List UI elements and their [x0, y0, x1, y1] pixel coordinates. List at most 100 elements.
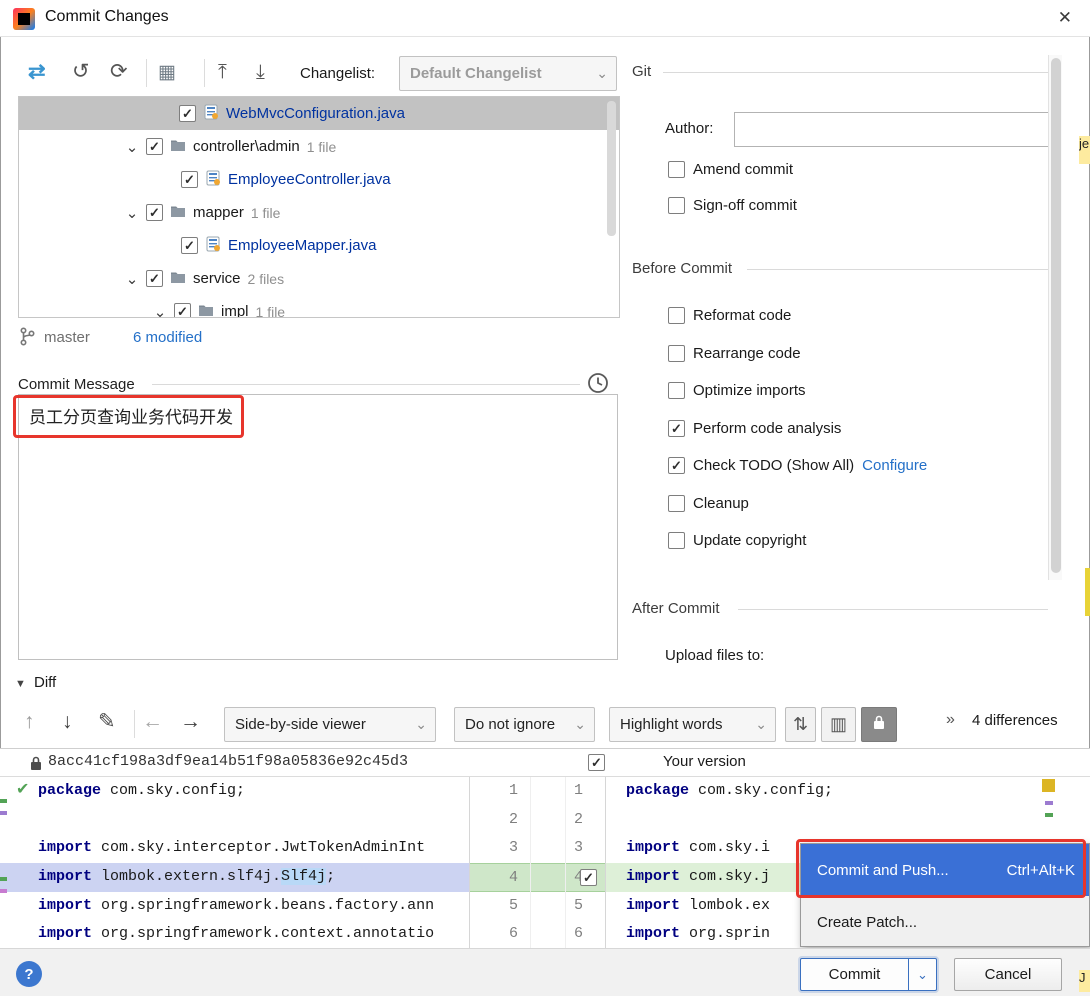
options-scrollbar[interactable]	[1048, 55, 1062, 580]
include-change-checkbox[interactable]: ✓	[580, 869, 597, 886]
signoff-commit-option[interactable]: Sign-off commit	[668, 197, 797, 214]
code-line: import org.springframework.context.annot…	[0, 920, 469, 948]
upload-files-label: Upload files to:	[665, 647, 765, 664]
checkbox[interactable]	[668, 532, 685, 549]
checkbox[interactable]: ✓	[174, 303, 191, 317]
checkbox[interactable]: ✓	[146, 270, 163, 287]
line-number: 2	[508, 810, 518, 828]
vcs-change-marker	[0, 811, 7, 815]
diff-expander-icon[interactable]: ▼	[15, 678, 26, 690]
chevron-down-icon[interactable]: ⌄	[125, 138, 139, 156]
update-copyright-option[interactable]: Update copyright	[668, 532, 806, 549]
file-count: 1 file	[250, 204, 281, 221]
checkbox[interactable]	[668, 197, 685, 214]
configure-link[interactable]: Configure	[862, 457, 927, 474]
checkmark: ✓	[149, 205, 160, 220]
cancel-button-label: Cancel	[984, 966, 1032, 983]
more-chevrons-icon[interactable]: »	[946, 711, 955, 729]
cleanup-option[interactable]: Cleanup	[668, 495, 749, 512]
checkbox[interactable]: ✓	[181, 171, 198, 188]
code-line: package com.sky.config;	[606, 777, 1090, 806]
expand-all-icon[interactable]: ⤒	[218, 59, 227, 85]
close-icon[interactable]: ✕	[1058, 8, 1072, 28]
group-by-icon[interactable]: ▦	[158, 60, 176, 86]
code-line: import com.sky.interceptor.JwtTokenAdmin…	[0, 834, 469, 863]
collapse-unchanged-button[interactable]: ⇅	[785, 707, 816, 742]
checkbox[interactable]: ✓	[668, 420, 685, 437]
checkbox[interactable]	[668, 382, 685, 399]
checkbox[interactable]: ✓	[146, 138, 163, 155]
apply-all-checkbox[interactable]: ✓	[588, 754, 605, 771]
checkbox[interactable]	[668, 495, 685, 512]
commit-message-editor[interactable]: 员工分页查询业务代码开发	[18, 394, 618, 660]
error-stripe-marker	[1042, 779, 1055, 792]
tree-row-employeecontroller[interactable]: ✓ EmployeeController.java	[19, 163, 619, 196]
viewer-mode-dropdown[interactable]: Side-by-side viewer ⌄	[224, 707, 436, 742]
checkbox[interactable]: ✓	[146, 204, 163, 221]
checkbox[interactable]	[668, 345, 685, 362]
menu-item-commit-and-push[interactable]: Commit and Push... Ctrl+Alt+K	[801, 844, 1089, 896]
checkmark: ✓	[591, 755, 602, 770]
option-label: Perform code analysis	[693, 420, 842, 437]
changed-files-tree: ✓ WebMvcConfiguration.java ⌄ ✓ controlle…	[18, 96, 620, 318]
checkbox[interactable]	[668, 161, 685, 178]
previous-difference-icon[interactable]: ↑	[24, 709, 35, 735]
checkbox[interactable]: ✓	[181, 237, 198, 254]
commit-button[interactable]: Commit ⌄	[800, 958, 937, 991]
checkmark: ✓	[671, 458, 682, 473]
scrollbar-thumb[interactable]	[1051, 58, 1061, 573]
lock-icon	[873, 714, 885, 735]
refresh-changes-icon[interactable]: ⇄	[28, 59, 46, 85]
tree-row-webmvcconfiguration[interactable]: ✓ WebMvcConfiguration.java	[19, 97, 619, 130]
author-input[interactable]	[734, 112, 1060, 147]
next-difference-icon[interactable]: ↓	[62, 709, 73, 735]
check-todo-option[interactable]: ✓ Check TODO (Show All) Configure	[668, 457, 927, 474]
whitespace-dropdown[interactable]: Do not ignore ⌄	[454, 707, 595, 742]
changelist-dropdown[interactable]: Default Changelist ⌄	[399, 56, 617, 91]
checkmark: ✓	[182, 106, 193, 121]
lock-scroll-button[interactable]	[861, 707, 897, 742]
tree-row-controller-admin[interactable]: ⌄ ✓ controller\admin 1 file	[19, 130, 619, 163]
checkbox[interactable]: ✓	[668, 457, 685, 474]
tree-row-employeemapper[interactable]: ✓ EmployeeMapper.java	[19, 229, 619, 262]
split-view-button[interactable]: ▥	[821, 707, 856, 742]
chevron-down-icon[interactable]: ⌄	[125, 270, 139, 288]
next-change-icon[interactable]: →	[180, 709, 201, 735]
code-text: com.sky.i	[680, 839, 771, 857]
tree-row-service[interactable]: ⌄ ✓ service 2 files	[19, 262, 619, 295]
perform-code-analysis-option[interactable]: ✓ Perform code analysis	[668, 420, 841, 437]
whitespace-value: Do not ignore	[465, 716, 556, 733]
chevron-down-icon[interactable]: ⌄	[153, 303, 167, 318]
menu-item-label: Create Patch...	[817, 913, 918, 931]
code-line: import org.springframework.beans.factory…	[0, 892, 469, 921]
before-commit-section-title: Before Commit	[632, 260, 733, 277]
background-window-fragment: je	[1079, 136, 1090, 164]
rollback-icon[interactable]: ↺	[72, 59, 90, 85]
vcs-change-marker	[0, 877, 7, 881]
optimize-imports-option[interactable]: Optimize imports	[668, 382, 806, 399]
collapse-all-icon[interactable]: ⤓	[256, 59, 265, 85]
tree-row-impl[interactable]: ⌄ ✓ impl 1 file	[19, 295, 619, 318]
amend-commit-option[interactable]: Amend commit	[668, 161, 793, 178]
line-number: 4	[470, 862, 530, 892]
checkbox[interactable]: ✓	[179, 105, 196, 122]
tree-row-mapper[interactable]: ⌄ ✓ mapper 1 file	[19, 196, 619, 229]
commit-dropdown-arrow[interactable]: ⌄	[908, 959, 936, 990]
reformat-code-option[interactable]: Reformat code	[668, 307, 791, 324]
modified-count-link[interactable]: 6 modified	[133, 329, 202, 346]
highlight-mode-dropdown[interactable]: Highlight words ⌄	[609, 707, 776, 742]
checkbox[interactable]	[668, 307, 685, 324]
previous-change-icon[interactable]: ←	[142, 709, 163, 735]
tree-scrollbar[interactable]	[607, 101, 616, 236]
chevron-down-icon[interactable]: ⌄	[125, 204, 139, 222]
rearrange-code-option[interactable]: Rearrange code	[668, 345, 801, 362]
changelist-value: Default Changelist	[410, 65, 542, 82]
cancel-button[interactable]: Cancel	[954, 958, 1062, 991]
menu-item-label: Commit and Push...	[817, 861, 949, 879]
menu-item-create-patch[interactable]: Create Patch...	[801, 896, 1089, 948]
refresh-icon[interactable]: ⟳	[110, 59, 128, 85]
line-number: 6	[574, 925, 584, 943]
help-button[interactable]: ?	[16, 961, 42, 987]
edit-icon[interactable]: ✎	[98, 709, 116, 735]
